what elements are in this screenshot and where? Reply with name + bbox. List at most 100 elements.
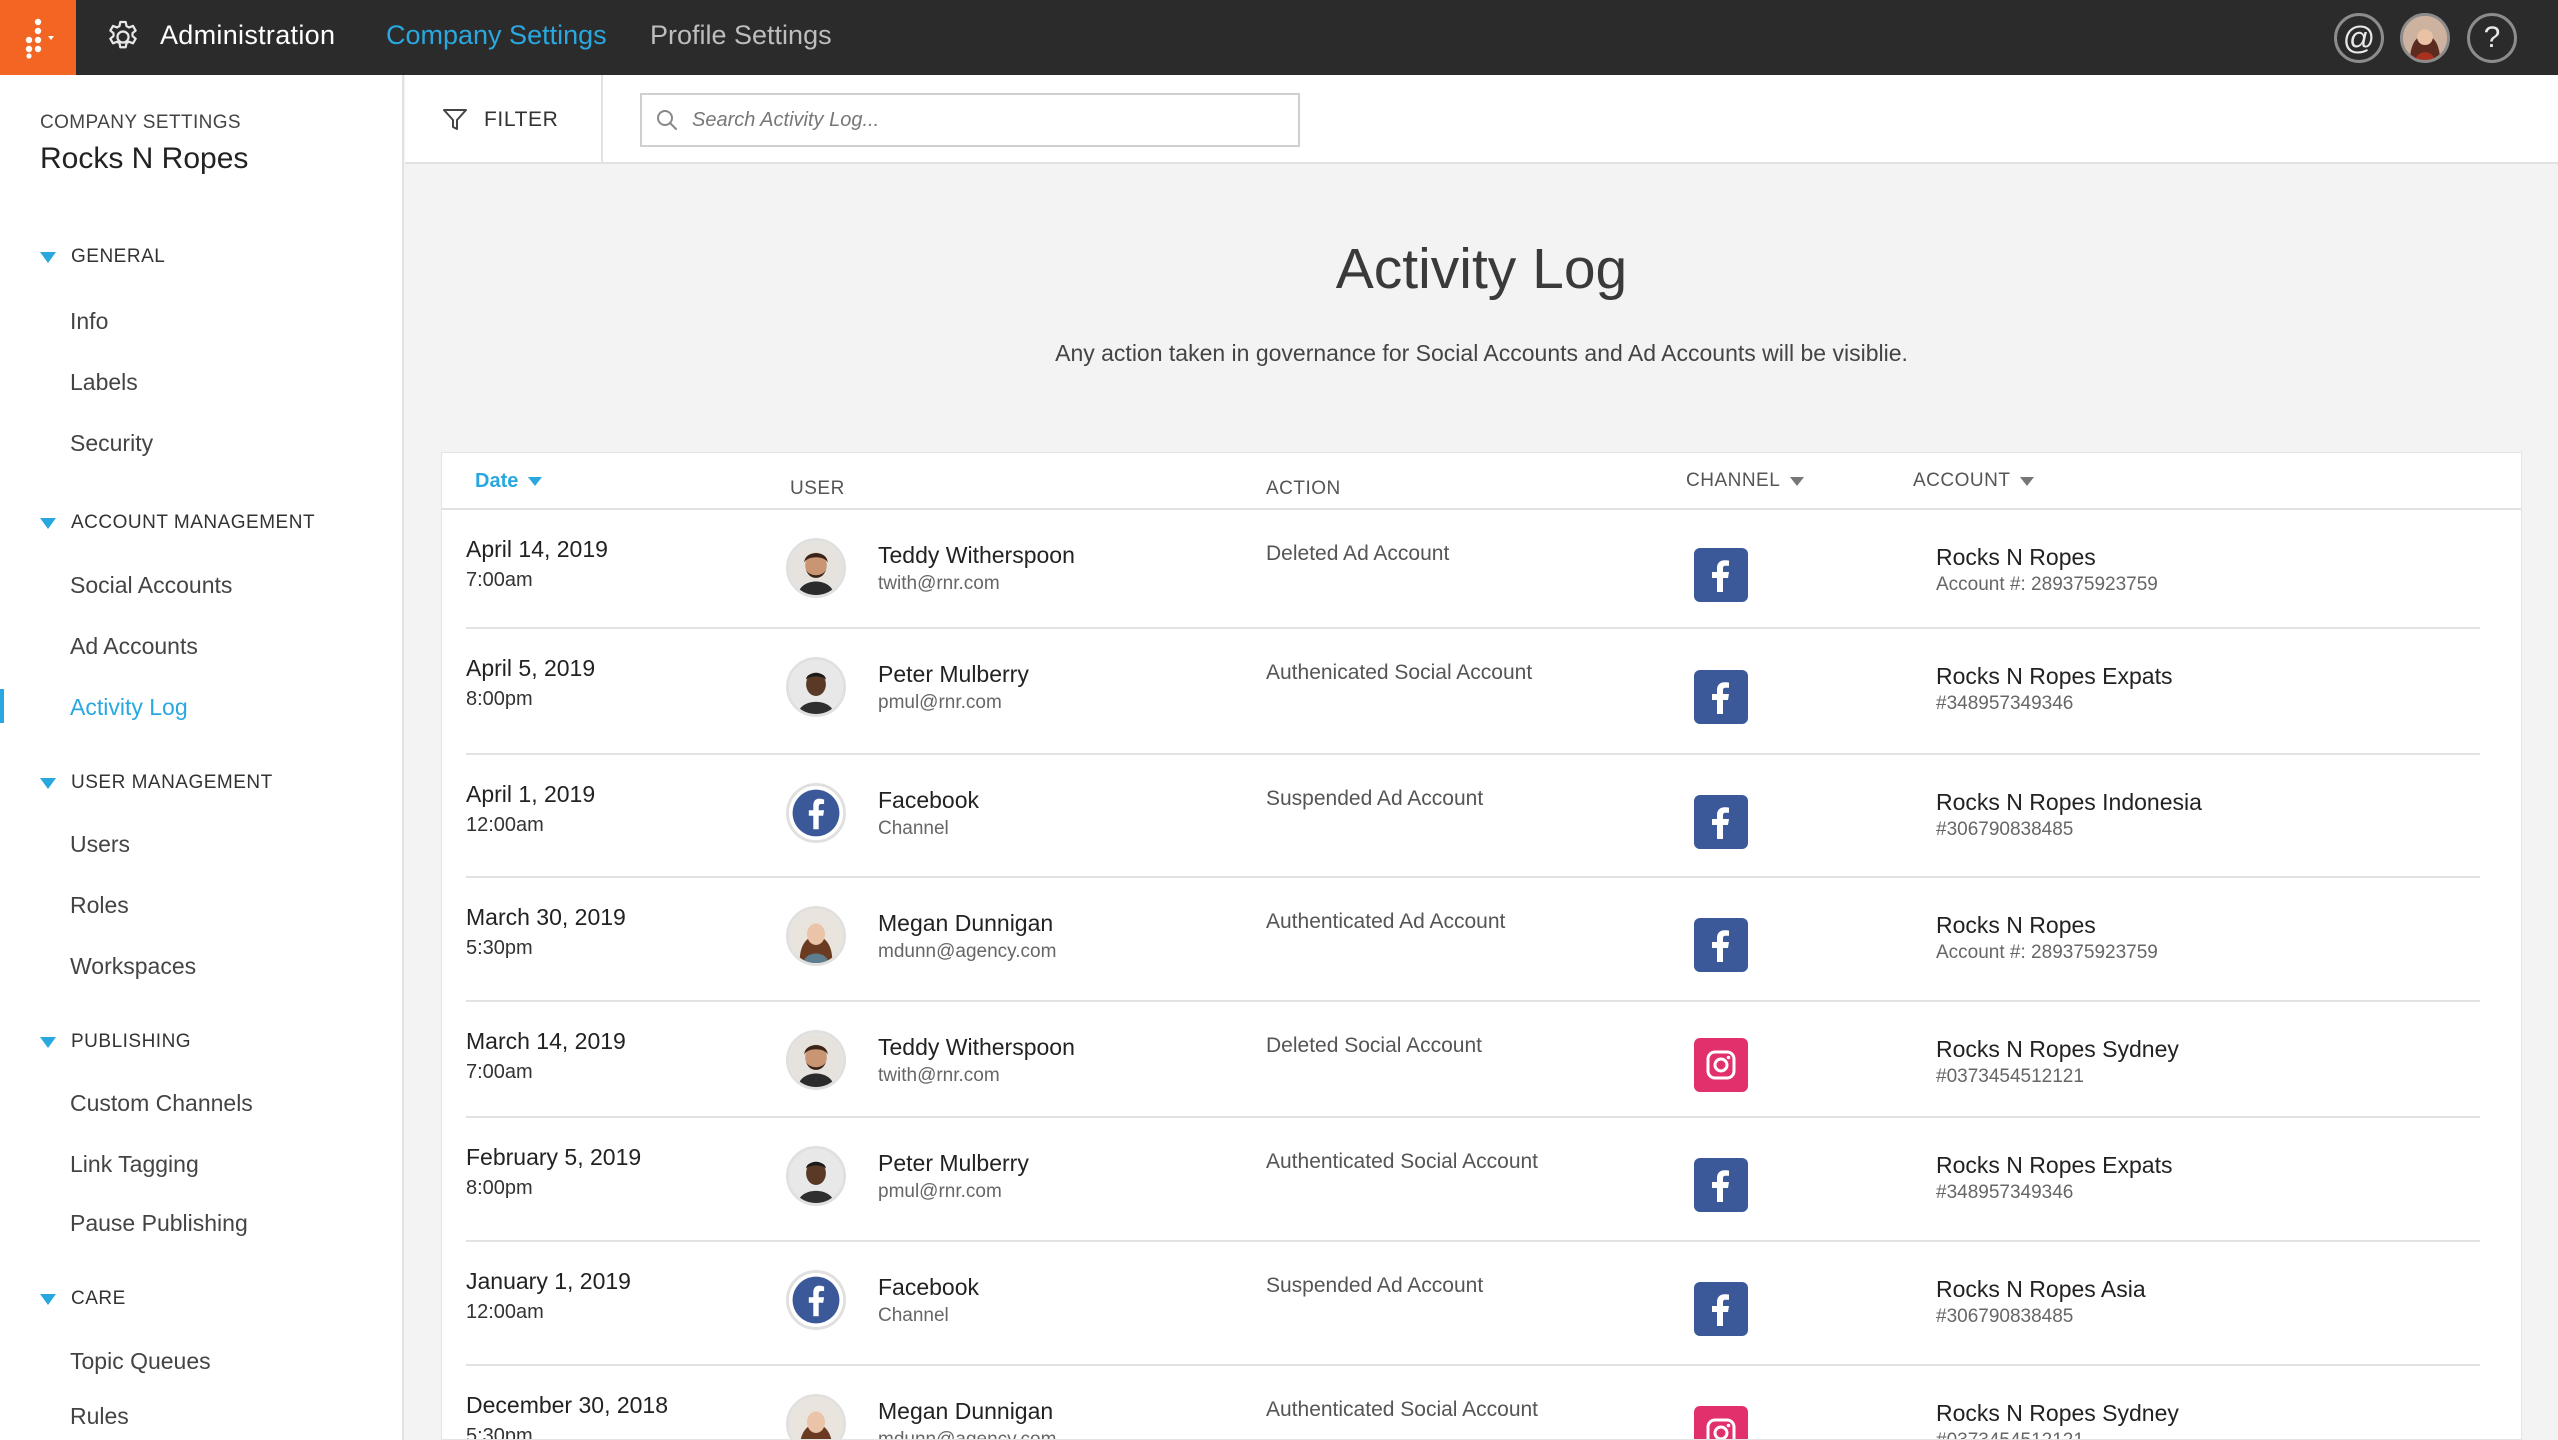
section-user-management[interactable]: USER MANAGEMENT: [40, 772, 273, 794]
user-name[interactable]: Teddy Witherspoon: [878, 542, 1075, 569]
table-row[interactable]: April 5, 2019 8:00pm Peter Mulberry pmul@rn…: [466, 629, 2480, 755]
filter-button[interactable]: FILTER: [405, 75, 603, 164]
table-header: Date USER ACTION CHANNEL ACCOUNT: [442, 453, 2521, 510]
avatar: [786, 657, 846, 717]
section-publishing[interactable]: PUBLISHING: [40, 1031, 191, 1053]
account-number: #0373454512121: [1936, 1066, 2084, 1087]
app-title: Administration: [160, 20, 336, 50]
row-date: December 30, 2018: [466, 1392, 669, 1418]
section-care[interactable]: CARE: [40, 1288, 126, 1310]
table-row[interactable]: January 1, 2019 12:00am Facebook Channel Sus…: [466, 1242, 2480, 1366]
sidebar-item-roles[interactable]: Roles: [70, 892, 129, 919]
table-row[interactable]: December 30, 2018 5:30pm Megan Dunnigan mdu…: [466, 1366, 2480, 1440]
column-header-channel[interactable]: CHANNEL: [1686, 470, 1805, 492]
table-row[interactable]: March 14, 2019 7:00am Teddy Witherspoon twi…: [466, 1002, 2480, 1118]
section-account-management[interactable]: ACCOUNT MANAGEMENT: [40, 512, 315, 534]
sidebar-item-custom-channels[interactable]: Custom Channels: [70, 1090, 253, 1117]
user-name[interactable]: Megan Dunnigan: [878, 910, 1053, 937]
account-name[interactable]: Rocks N Ropes Expats: [1936, 1152, 2172, 1179]
user-email: twith@rnr.com: [878, 1065, 1000, 1086]
row-date: March 30, 2019: [466, 904, 626, 930]
row-date: February 5, 2019: [466, 1144, 642, 1170]
sidebar-kicker: COMPANY SETTINGS: [40, 112, 242, 133]
caret-down-icon: [40, 1293, 56, 1305]
account-name[interactable]: Rocks N Ropes Asia: [1936, 1276, 2146, 1303]
page-subtitle: Any action taken in governance for Socia…: [1055, 340, 1908, 366]
sidebar-item-security[interactable]: Security: [70, 430, 153, 457]
user-name[interactable]: Facebook: [878, 1274, 979, 1301]
table-row[interactable]: April 1, 2019 12:00am Facebook Channel Suspe…: [466, 755, 2480, 878]
action-text: Deleted Ad Account: [1266, 542, 1450, 565]
caret-down-icon: [40, 251, 56, 263]
facebook-icon: [1694, 670, 1748, 724]
account-name[interactable]: Rocks N Ropes: [1936, 912, 2096, 939]
account-name[interactable]: Rocks N Ropes Expats: [1936, 663, 2172, 690]
sidebar-item-topic-queues[interactable]: Topic Queues: [70, 1348, 211, 1375]
action-text: Authenicated Social Account: [1266, 661, 1533, 684]
user-avatar[interactable]: [2400, 13, 2450, 63]
caret-down-icon: [40, 1036, 56, 1048]
account-number: Account #: 289375923759: [1936, 942, 2158, 963]
sidebar-item-labels[interactable]: Labels: [70, 369, 138, 396]
account-name[interactable]: Rocks N Ropes Sydney: [1936, 1400, 2179, 1427]
user-name[interactable]: Peter Mulberry: [878, 1150, 1029, 1177]
facebook-icon: [1694, 548, 1748, 602]
sidebar-item-info[interactable]: Info: [70, 308, 108, 335]
date-cell: February 5, 2019 8:00pm: [466, 1144, 641, 1200]
sidebar-item-social-accounts[interactable]: Social Accounts: [70, 572, 232, 599]
tab-company-settings[interactable]: Company Settings: [386, 20, 607, 51]
account-number: #306790838485: [1936, 1306, 2074, 1327]
account-name[interactable]: Rocks N Ropes Indonesia: [1936, 789, 2202, 816]
date-cell: April 1, 2019 12:00am: [466, 781, 595, 837]
caret-down-icon: [40, 517, 56, 529]
activity-log-table: Date USER ACTION CHANNEL ACCOUNT April 1…: [441, 452, 2522, 1440]
table-row[interactable]: March 30, 2019 5:30pm Megan Dunnigan mdunn@…: [466, 878, 2480, 1002]
account-name[interactable]: Rocks N Ropes Sydney: [1936, 1036, 2179, 1063]
active-item-marker: [0, 689, 4, 723]
account-number: Account #: 289375923759: [1936, 574, 2158, 595]
mention-icon[interactable]: @: [2334, 13, 2384, 63]
row-date: April 5, 2019: [466, 655, 596, 681]
avatar: [786, 538, 846, 598]
section-label: PUBLISHING: [71, 1031, 192, 1052]
top-navigation-bar: Administration Company Settings Profile …: [0, 0, 2558, 75]
section-label: USER MANAGEMENT: [71, 772, 273, 793]
action-text: Authenticated Ad Account: [1266, 910, 1506, 933]
date-cell: April 5, 2019 8:00pm: [466, 655, 595, 711]
user-name[interactable]: Megan Dunnigan: [878, 1398, 1053, 1425]
section-general[interactable]: GENERAL: [40, 246, 165, 268]
help-icon[interactable]: ?: [2467, 13, 2517, 63]
account-name[interactable]: Rocks N Ropes: [1936, 544, 2096, 571]
sidebar-item-activity-log[interactable]: Activity Log: [70, 694, 188, 721]
user-email: pmul@rnr.com: [878, 692, 1002, 713]
caret-down-icon: [40, 777, 56, 789]
sidebar-item-pause-publishing[interactable]: Pause Publishing: [70, 1210, 248, 1237]
column-header-account[interactable]: ACCOUNT: [1913, 470, 2035, 492]
column-header-date[interactable]: Date: [475, 470, 543, 493]
sidebar: COMPANY SETTINGS Rocks N Ropes GENERAL I…: [0, 75, 404, 1440]
table-row[interactable]: February 5, 2019 8:00pm Peter Mulberry pmul…: [466, 1118, 2480, 1242]
row-date: April 1, 2019: [466, 781, 596, 807]
row-time: 5:30pm: [466, 1425, 533, 1440]
app-logo[interactable]: [0, 0, 76, 75]
dropdown-caret-icon: [2020, 476, 2035, 486]
user-name[interactable]: Facebook: [878, 787, 979, 814]
avatar: [786, 1030, 846, 1090]
sort-down-icon: [528, 477, 543, 486]
sidebar-item-users[interactable]: Users: [70, 831, 130, 858]
company-name: Rocks N Ropes: [40, 142, 249, 175]
user-email: mdunn@agency.com: [878, 1429, 1057, 1440]
sidebar-item-rules[interactable]: Rules: [70, 1403, 129, 1430]
tab-profile-settings[interactable]: Profile Settings: [650, 20, 832, 51]
search-input[interactable]: [692, 108, 1252, 132]
sidebar-item-workspaces[interactable]: Workspaces: [70, 953, 196, 980]
sidebar-item-ad-accounts[interactable]: Ad Accounts: [70, 633, 198, 660]
table-row[interactable]: April 14, 2019 7:00am Teddy Witherspoon twi…: [466, 510, 2480, 629]
user-name[interactable]: Teddy Witherspoon: [878, 1034, 1075, 1061]
user-email: pmul@rnr.com: [878, 1181, 1002, 1202]
header-label: Date: [475, 470, 519, 492]
sidebar-item-link-tagging[interactable]: Link Tagging: [70, 1151, 199, 1178]
search-box[interactable]: [640, 93, 1300, 147]
row-time: 12:00am: [466, 1301, 544, 1323]
user-name[interactable]: Peter Mulberry: [878, 661, 1029, 688]
